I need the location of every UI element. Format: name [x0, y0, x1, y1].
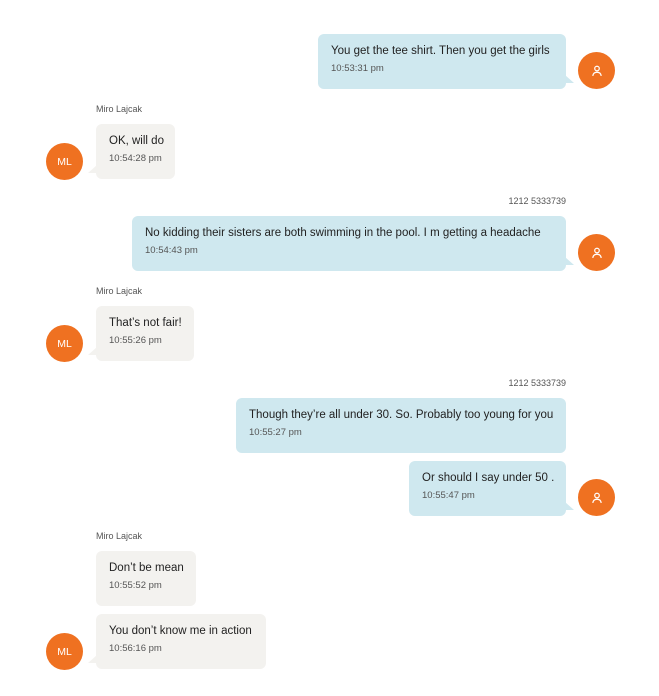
contact-avatar[interactable]: ML: [46, 143, 83, 180]
message-timestamp: 10:53:31 pm: [331, 63, 384, 74]
message-timestamp: 10:54:28 pm: [109, 153, 162, 164]
message-text: No kidding their sisters are both swimmi…: [145, 227, 541, 239]
sender-name: 1212 5333739: [508, 378, 566, 388]
message-bubble-outgoing[interactable]: Though they’re all under 30. So. Probabl…: [236, 398, 566, 453]
message-timestamp: 10:55:27 pm: [249, 427, 302, 438]
self-avatar[interactable]: [578, 234, 615, 271]
message-bubble-outgoing[interactable]: You get the tee shirt. Then you get the …: [318, 34, 574, 89]
message-text: Or should I say under 50 .: [422, 472, 555, 484]
contact-avatar[interactable]: ML: [46, 325, 83, 362]
message-timestamp: 10:55:52 pm: [109, 580, 162, 591]
message-bubble-incoming[interactable]: Don’t be mean 10:55:52 pm: [96, 551, 196, 606]
sender-name: Miro Lajcak: [96, 286, 143, 296]
user-icon: [591, 247, 602, 258]
message-timestamp: 10:55:47 pm: [422, 490, 475, 501]
user-icon: [591, 492, 602, 503]
message-bubble-incoming[interactable]: That’s not fair! 10:55:26 pm: [88, 306, 194, 361]
message-text: Don’t be mean: [109, 562, 184, 574]
contact-avatar[interactable]: ML: [46, 633, 83, 670]
message-text: That’s not fair!: [109, 317, 182, 329]
sender-name: Miro Lajcak: [96, 531, 143, 541]
sender-name: Miro Lajcak: [96, 104, 143, 114]
message-text: You don’t know me in action: [109, 625, 252, 637]
message-timestamp: 10:54:43 pm: [145, 245, 198, 256]
message-bubble-outgoing[interactable]: No kidding their sisters are both swimmi…: [132, 216, 574, 271]
chat-thread: You get the tee shirt. Then you get the …: [0, 0, 659, 696]
message-text: You get the tee shirt. Then you get the …: [331, 45, 550, 57]
user-icon: [591, 65, 602, 76]
message-text: Though they’re all under 30. So. Probabl…: [249, 409, 554, 421]
message-timestamp: 10:55:26 pm: [109, 335, 162, 346]
message-timestamp: 10:56:16 pm: [109, 643, 162, 654]
message-bubble-outgoing[interactable]: Or should I say under 50 . 10:55:47 pm: [409, 461, 574, 516]
message-bubble-incoming[interactable]: You don’t know me in action 10:56:16 pm: [88, 614, 266, 669]
message-text: OK, will do: [109, 135, 164, 147]
message-bubble-incoming[interactable]: OK, will do 10:54:28 pm: [88, 124, 175, 179]
self-avatar[interactable]: [578, 52, 615, 89]
sender-name: 1212 5333739: [508, 196, 566, 206]
self-avatar[interactable]: [578, 479, 615, 516]
